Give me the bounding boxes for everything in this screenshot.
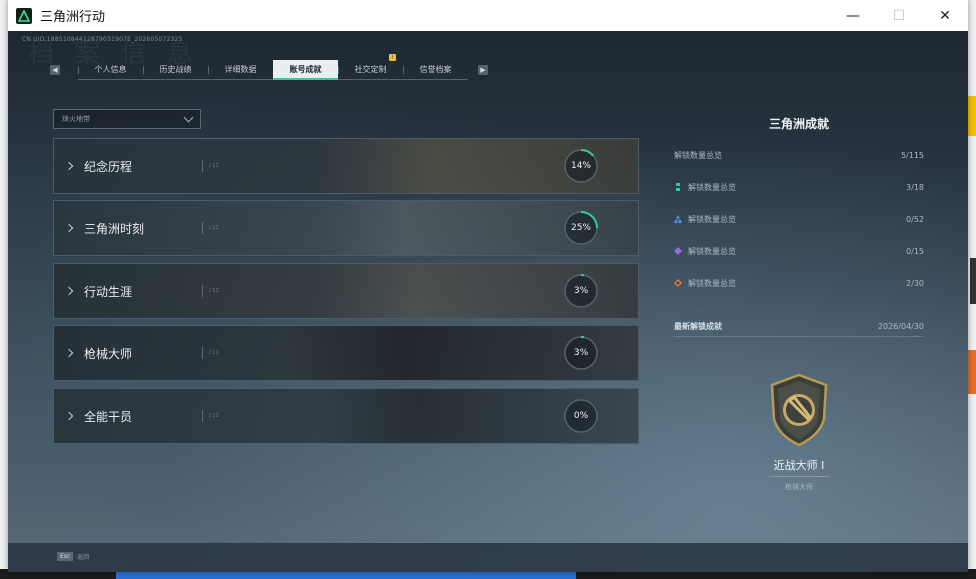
tier-label: 解锁数量总览	[688, 246, 736, 256]
summary-total-row: 解锁数量总览 5/115	[674, 148, 924, 162]
progress-percent: 3%	[573, 348, 589, 358]
back-label: 返回	[77, 554, 90, 561]
achievement-category-card[interactable]: 三角洲时刻 / 11 25%	[53, 200, 639, 256]
divider	[202, 222, 203, 234]
achievement-category-card[interactable]: 枪械大师 / 11 3%	[53, 325, 639, 381]
category-count: / 11	[209, 350, 219, 356]
orange-tier-icon	[674, 279, 682, 287]
tier-value: 3/18	[906, 182, 924, 192]
tab-achievements[interactable]: 账号成就	[273, 60, 338, 80]
category-count: / 11	[209, 288, 219, 294]
tier-value: 0/15	[906, 246, 924, 256]
divider	[202, 410, 203, 422]
summary-total-value: 5/115	[900, 150, 924, 160]
achievement-category-card[interactable]: 纪念历程 / 11 14%	[53, 138, 639, 194]
app-logo-icon	[16, 7, 32, 24]
category-label: 全能干员	[84, 409, 133, 424]
desktop-window-edge	[968, 350, 976, 394]
desktop-window-edge	[970, 258, 976, 304]
window-title: 三角洲行动	[40, 10, 106, 25]
category-count: / 11	[209, 225, 219, 231]
back-button[interactable]: Esc 返回	[57, 552, 89, 561]
achievement-category-card[interactable]: 全能干员 / 11 0%	[53, 388, 639, 444]
tab-label: 个人信息	[94, 65, 127, 74]
tab-label: 社交定制	[354, 65, 387, 74]
progress-ring: 3%	[563, 335, 599, 371]
player-uid: CN UID:18851084412879031907E_20260507232…	[22, 36, 183, 43]
category-count: / 11	[209, 413, 219, 419]
progress-percent: 0%	[573, 411, 589, 421]
progress-ring: 25%	[563, 210, 599, 246]
chevron-right-icon	[54, 389, 84, 443]
tab-label: 账号成就	[289, 64, 322, 74]
tier-label: 解锁数量总览	[688, 182, 736, 192]
bottom-bar: Esc 返回	[8, 543, 968, 572]
divider	[202, 285, 203, 297]
tier-value: 2/30	[906, 278, 924, 288]
summary-title: 三角洲成就	[768, 117, 829, 131]
progress-percent: 3%	[573, 286, 589, 296]
close-button[interactable]: ✕	[922, 0, 968, 31]
category-count: / 11	[209, 163, 219, 169]
progress-percent: 14%	[570, 161, 591, 171]
category-label: 纪念历程	[84, 159, 133, 174]
taskbar-app-highlight[interactable]	[116, 571, 576, 579]
chevron-right-icon	[54, 264, 84, 318]
chevron-right-icon	[54, 201, 84, 255]
title-bar[interactable]: 三角洲行动 — ☐ ✕	[8, 0, 968, 31]
tab-match-history[interactable]: 历史战绩	[143, 60, 208, 80]
tab-personal-info[interactable]: 个人信息	[78, 60, 143, 80]
summary-total-label: 解锁数量总览	[674, 150, 722, 160]
chevron-right-icon	[54, 326, 84, 380]
category-label: 三角洲时刻	[84, 221, 145, 236]
latest-label: 最新解锁成就	[674, 321, 722, 331]
category-label: 行动生涯	[84, 284, 133, 299]
tab-detailed-stats[interactable]: 详细数据	[208, 60, 273, 80]
chevron-down-icon	[183, 112, 194, 122]
tab-label: 详细数据	[224, 65, 257, 74]
maximize-button[interactable]: ☐	[876, 0, 922, 31]
purple-tier-icon	[674, 247, 682, 255]
latest-achievement-category: 枪械大师	[785, 483, 813, 491]
tab-reputation[interactable]: 信誉档案	[403, 60, 468, 80]
summary-tier-row: 解锁数量总览 0/15	[674, 244, 924, 258]
divider	[674, 336, 924, 337]
game-window: 三角洲行动 — ☐ ✕ 档 案 信 息 CN UID:1885108441287…	[8, 0, 968, 572]
divider	[202, 347, 203, 359]
client-area: 档 案 信 息 CN UID:18851084412879031907E_202…	[8, 31, 968, 572]
mode-filter-dropdown[interactable]: 烽火地带	[53, 109, 201, 129]
summary-tier-row: 解锁数量总览 0/52	[674, 212, 924, 226]
achievement-badge-icon[interactable]	[768, 373, 830, 447]
divider	[769, 476, 829, 477]
tab-label: 历史战绩	[159, 65, 192, 74]
dropdown-value: 烽火地带	[62, 115, 90, 123]
tab-next-button[interactable]: ▶	[478, 65, 488, 75]
latest-achievement-name: 近战大师 I	[773, 459, 825, 472]
achievement-category-card[interactable]: 行动生涯 / 11 3%	[53, 263, 639, 319]
tier-label: 解锁数量总览	[688, 214, 736, 224]
notification-badge: !	[389, 54, 396, 61]
summary-tier-row: 解锁数量总览 2/30	[674, 276, 924, 290]
minimize-button[interactable]: —	[830, 0, 876, 31]
esc-key-hint: Esc	[57, 552, 74, 561]
progress-ring: 0%	[563, 398, 599, 434]
progress-ring: 14%	[563, 148, 599, 184]
tab-prev-button[interactable]: ◀	[50, 65, 60, 75]
progress-ring: 3%	[563, 273, 599, 309]
profile-tabs: ◀ 个人信息 历史战绩 详细数据 账号成就 社交定制 ! 信誉档案 ▶	[50, 54, 488, 80]
latest-date: 2026/04/30	[877, 321, 924, 331]
summary-tier-row: 解锁数量总览 3/18	[674, 180, 924, 194]
tier-label: 解锁数量总览	[688, 278, 736, 288]
latest-achievement-header: 最新解锁成就 2026/04/30	[674, 319, 924, 333]
blue-tier-icon	[674, 215, 682, 223]
green-tier-icon	[676, 183, 680, 191]
progress-percent: 25%	[570, 223, 591, 233]
desktop-window-edge	[968, 96, 976, 136]
tab-label: 信誉档案	[419, 65, 452, 74]
tab-social-custom[interactable]: 社交定制 !	[338, 54, 403, 80]
divider	[202, 160, 203, 172]
chevron-right-icon	[54, 139, 84, 193]
category-label: 枪械大师	[84, 346, 133, 361]
tier-value: 0/52	[906, 214, 924, 224]
